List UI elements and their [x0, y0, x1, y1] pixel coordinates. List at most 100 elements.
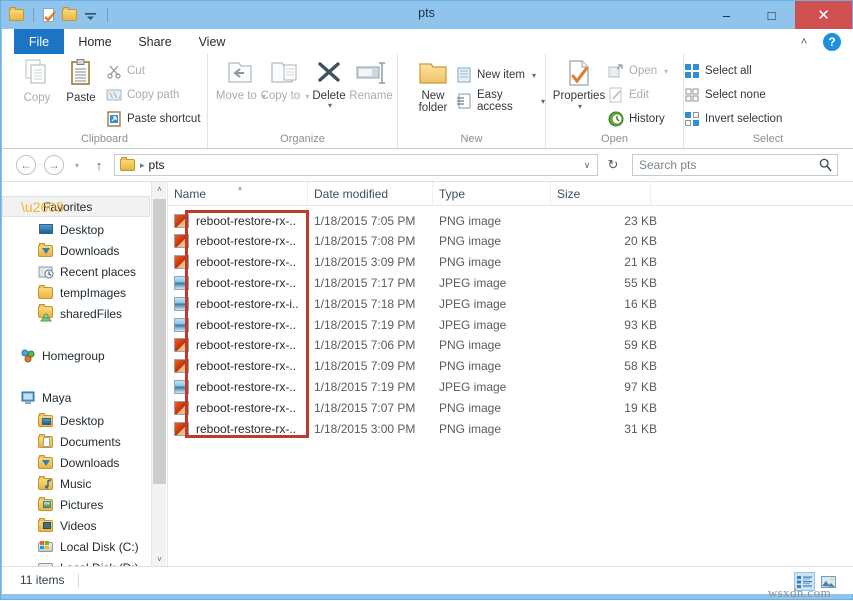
- rename-icon: [354, 59, 388, 87]
- table-row[interactable]: reboot-restore-rx-i..1/18/2015 7:18 PMJP…: [168, 293, 853, 314]
- sidebar-item-maya[interactable]: Maya: [2, 387, 150, 408]
- copy-path-button[interactable]: \\.. Copy path: [106, 84, 179, 106]
- file-size-cell: 23 KB: [557, 210, 667, 231]
- rename-button[interactable]: Rename: [344, 59, 398, 102]
- file-name-cell[interactable]: reboot-restore-rx-i..: [174, 293, 314, 314]
- table-row[interactable]: reboot-restore-rx-..1/18/2015 7:08 PMPNG…: [168, 231, 853, 252]
- file-name-cell[interactable]: reboot-restore-rx-..: [174, 418, 314, 439]
- table-row[interactable]: reboot-restore-rx-..1/18/2015 7:06 PMPNG…: [168, 335, 853, 356]
- up-button[interactable]: ↑: [90, 156, 108, 174]
- address-dropdown-icon[interactable]: ∨: [577, 155, 597, 175]
- history-button[interactable]: History: [608, 108, 665, 130]
- select-none-button[interactable]: Select none: [684, 84, 766, 106]
- tab-view[interactable]: View: [184, 29, 240, 54]
- sidebar-item-downloads[interactable]: Downloads: [2, 240, 150, 261]
- sidebar-label-music: Music: [60, 477, 91, 491]
- refresh-icon: ↻: [608, 157, 619, 173]
- new-item-caret-icon[interactable]: ▾: [532, 71, 536, 80]
- tab-file-label: File: [29, 35, 49, 49]
- title-bar: pts ‒ □ ✕: [1, 1, 852, 29]
- column-header-size[interactable]: Size: [551, 182, 651, 205]
- breadcrumb-folder-icon[interactable]: [120, 157, 136, 173]
- refresh-button[interactable]: ↻: [602, 154, 624, 176]
- select-all-button[interactable]: Select all: [684, 60, 752, 82]
- sidebar-item-desktop[interactable]: Desktop: [2, 219, 150, 240]
- file-name-cell[interactable]: reboot-restore-rx-..: [174, 356, 314, 377]
- column-header-date-modified[interactable]: Date modified: [308, 182, 433, 205]
- file-name-cell[interactable]: reboot-restore-rx-..: [174, 397, 314, 418]
- table-row[interactable]: reboot-restore-rx-..1/18/2015 3:00 PMPNG…: [168, 418, 853, 439]
- search-input[interactable]: Search pts: [632, 154, 838, 176]
- file-name-cell[interactable]: reboot-restore-rx-..: [174, 210, 314, 231]
- minimize-button[interactable]: ‒: [704, 1, 749, 29]
- sidebar-item-local-disk-c[interactable]: Local Disk (C:): [2, 536, 150, 557]
- status-divider: [78, 573, 79, 588]
- edit-button[interactable]: Edit: [608, 84, 649, 106]
- scroll-down-button[interactable]: ˅: [152, 552, 166, 567]
- navigation-pane-scrollbar[interactable]: ˄ ˅: [151, 182, 166, 567]
- table-row[interactable]: reboot-restore-rx-..1/18/2015 7:17 PMJPE…: [168, 272, 853, 293]
- file-name-cell[interactable]: reboot-restore-rx-..: [174, 376, 314, 397]
- new-item-label: New item: [477, 69, 525, 81]
- open-button[interactable]: Open ▾: [608, 60, 668, 82]
- easy-access-caret-icon[interactable]: ▾: [541, 97, 545, 106]
- delete-caret-icon[interactable]: ▾: [328, 101, 332, 110]
- sidebar-item-maya-downloads[interactable]: Downloads: [2, 452, 150, 473]
- scrollbar-thumb[interactable]: [153, 199, 166, 484]
- properties-caret-icon[interactable]: ▾: [578, 102, 582, 111]
- file-name-cell[interactable]: reboot-restore-rx-..: [174, 272, 314, 293]
- file-name-cell[interactable]: reboot-restore-rx-..: [174, 231, 314, 252]
- cut-button[interactable]: Cut: [106, 60, 145, 82]
- search-icon[interactable]: [819, 158, 832, 175]
- paste-shortcut-button[interactable]: Paste shortcut: [106, 108, 201, 130]
- close-button[interactable]: ✕: [795, 1, 852, 29]
- sidebar-item-sharedfiles[interactable]: sharedFiles: [2, 303, 150, 324]
- open-caret-icon[interactable]: ▾: [664, 67, 668, 76]
- videos-icon: [38, 518, 54, 534]
- forward-button[interactable]: →: [44, 155, 64, 175]
- file-name-label: reboot-restore-rx-..: [196, 214, 296, 228]
- new-item-button[interactable]: New item ▾: [456, 64, 536, 86]
- tab-share[interactable]: Share: [126, 29, 184, 54]
- history-label: History: [629, 113, 665, 125]
- ribbon-group-select: Select all Select none Invert selection …: [684, 54, 852, 148]
- easy-access-button[interactable]: Easy access ▾: [456, 90, 545, 112]
- sidebar-item-music[interactable]: Music: [2, 473, 150, 494]
- ribbon-tab-strip: File Home Share View ˄ ?: [2, 29, 853, 55]
- sidebar-item-maya-desktop[interactable]: Desktop: [2, 410, 150, 431]
- column-header-type[interactable]: Type: [433, 182, 551, 205]
- sidebar-item-tempimages[interactable]: tempImages: [2, 282, 150, 303]
- sidebar-item-documents[interactable]: Documents: [2, 431, 150, 452]
- collapse-ribbon-icon[interactable]: ˄: [795, 33, 813, 51]
- back-button[interactable]: ←: [16, 155, 36, 175]
- table-row[interactable]: reboot-restore-rx-..1/18/2015 7:05 PMPNG…: [168, 210, 853, 231]
- tab-file[interactable]: File: [14, 29, 64, 54]
- file-name-cell[interactable]: reboot-restore-rx-..: [174, 314, 314, 335]
- recent-places-icon: [38, 264, 54, 280]
- scroll-up-button[interactable]: ˄: [152, 182, 166, 197]
- help-icon[interactable]: ?: [823, 33, 841, 51]
- invert-selection-button[interactable]: Invert selection: [684, 108, 782, 130]
- file-name-cell[interactable]: reboot-restore-rx-..: [174, 252, 314, 273]
- sidebar-item-pictures[interactable]: Pictures: [2, 494, 150, 515]
- tab-home[interactable]: Home: [64, 29, 126, 54]
- sidebar-item-recent-places[interactable]: Recent places: [2, 261, 150, 282]
- recent-locations-icon[interactable]: ▾: [70, 158, 84, 172]
- address-input[interactable]: ▸ pts ∨: [114, 154, 598, 176]
- file-name-cell[interactable]: reboot-restore-rx-..: [174, 335, 314, 356]
- table-row[interactable]: reboot-restore-rx-..1/18/2015 7:19 PMJPE…: [168, 376, 853, 397]
- table-row[interactable]: reboot-restore-rx-..1/18/2015 7:07 PMPNG…: [168, 397, 853, 418]
- maximize-button[interactable]: □: [749, 1, 794, 29]
- table-row[interactable]: reboot-restore-rx-..1/18/2015 7:19 PMJPE…: [168, 314, 853, 335]
- column-header-extra[interactable]: [651, 182, 853, 205]
- sidebar-item-videos[interactable]: Videos: [2, 515, 150, 536]
- table-row[interactable]: reboot-restore-rx-..1/18/2015 3:09 PMPNG…: [168, 252, 853, 273]
- sidebar-item-homegroup[interactable]: Homegroup: [2, 345, 150, 366]
- properties-button[interactable]: Properties ▾: [552, 59, 606, 111]
- sidebar-item-favorites[interactable]: \u2605 Favorites: [2, 196, 150, 217]
- column-header-row: Name ▴ Date modified Type Size: [168, 182, 853, 206]
- new-folder-button[interactable]: Newfolder: [406, 59, 460, 114]
- file-type-cell: PNG image: [439, 397, 557, 418]
- paste-button[interactable]: Paste: [54, 59, 108, 104]
- table-row[interactable]: reboot-restore-rx-..1/18/2015 7:09 PMPNG…: [168, 356, 853, 377]
